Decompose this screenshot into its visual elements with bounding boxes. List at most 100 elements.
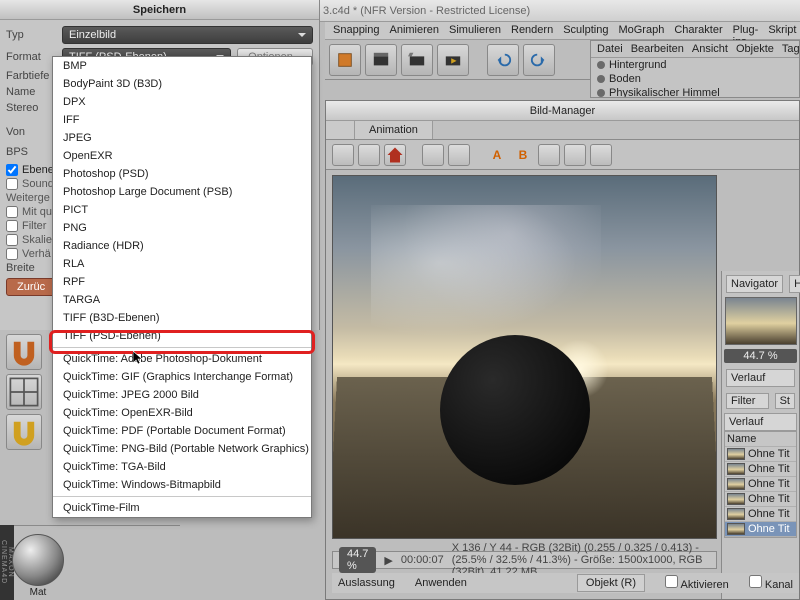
- format-option[interactable]: TIFF (B3D-Ebenen): [53, 309, 311, 327]
- format-option[interactable]: JPEG: [53, 129, 311, 147]
- format-option[interactable]: QuickTime: PNG-Bild (Portable Network Gr…: [53, 440, 311, 458]
- clapper-play-icon[interactable]: [437, 44, 469, 76]
- om-bearb[interactable]: Bearbeiten: [631, 43, 684, 55]
- verhae-label: Verhä: [22, 248, 51, 260]
- material-preview[interactable]: [12, 534, 64, 586]
- material-panel: MAXON CINEMA4D Mat: [0, 525, 180, 600]
- ebenen-checkbox[interactable]: [6, 164, 18, 176]
- navigator-tab[interactable]: Navigator: [726, 275, 783, 293]
- grid-icon[interactable]: [6, 374, 42, 410]
- list-item[interactable]: Ohne Tit: [725, 492, 796, 507]
- clapper2-icon[interactable]: [401, 44, 433, 76]
- navigator-zoom[interactable]: 44.7 %: [724, 349, 797, 363]
- bm-icon[interactable]: [358, 144, 380, 166]
- navigator-thumb[interactable]: [725, 297, 797, 345]
- menu-plugins[interactable]: Plug-ins: [733, 24, 759, 37]
- mitqu-label: Mit qu: [22, 206, 52, 218]
- house-icon[interactable]: [384, 144, 406, 166]
- format-option[interactable]: PICT: [53, 201, 311, 219]
- objects-panel: Datei Bearbeiten Ansicht Objekte Tag Hin…: [590, 40, 800, 98]
- filter-tab[interactable]: Filter: [726, 393, 769, 409]
- bm-icon[interactable]: [448, 144, 470, 166]
- typ-select[interactable]: Einzelbild: [62, 26, 313, 44]
- object-row[interactable]: Physikalischer Himmel: [591, 86, 799, 98]
- format-option[interactable]: QuickTime: JPEG 2000 Bild: [53, 386, 311, 404]
- object-row[interactable]: Hintergrund: [591, 58, 799, 72]
- label-name: Name: [6, 86, 56, 98]
- menu-mograph[interactable]: MoGraph: [618, 24, 664, 37]
- menu-charakter[interactable]: Charakter: [674, 24, 722, 37]
- format-option[interactable]: Photoshop (PSD): [53, 165, 311, 183]
- menu-simulieren[interactable]: Simulieren: [449, 24, 501, 37]
- om-objekte[interactable]: Objekte: [736, 43, 774, 55]
- format-option[interactable]: DPX: [53, 93, 311, 111]
- menu-rendern[interactable]: Rendern: [511, 24, 553, 37]
- format-option[interactable]: QuickTime: OpenEXR-Bild: [53, 404, 311, 422]
- aktivieren-checkbox[interactable]: [665, 575, 678, 588]
- format-option[interactable]: TARGA: [53, 291, 311, 309]
- list-item[interactable]: Ohne Tit: [725, 447, 796, 462]
- bm-icon[interactable]: [564, 144, 586, 166]
- bm-icon[interactable]: [422, 144, 444, 166]
- format-option[interactable]: QuickTime-Film: [53, 499, 311, 517]
- menu-animieren[interactable]: Animieren: [390, 24, 440, 37]
- ab-b-button[interactable]: B: [512, 144, 534, 166]
- format-option[interactable]: QuickTime: Windows-Bitmapbild: [53, 476, 311, 494]
- magnet-icon[interactable]: [6, 334, 42, 370]
- zoom-readout[interactable]: 44.7 %: [339, 547, 376, 573]
- render-viewport[interactable]: [332, 175, 717, 539]
- filter-checkbox[interactable]: [6, 220, 18, 232]
- verhae-checkbox[interactable]: [6, 248, 18, 260]
- sound-checkbox[interactable]: [6, 178, 18, 190]
- format-option[interactable]: TIFF (PSD-Ebenen): [53, 327, 311, 345]
- menu-snapping[interactable]: Snapping: [333, 24, 380, 37]
- format-option[interactable]: IFF: [53, 111, 311, 129]
- verlauf-tab[interactable]: Verlauf: [726, 369, 795, 387]
- bm-icon[interactable]: [332, 144, 354, 166]
- bild-manager-window: Bild-Manager Animation A B Navigator His…: [325, 100, 800, 600]
- om-datei[interactable]: Datei: [597, 43, 623, 55]
- om-tag[interactable]: Tag: [782, 43, 800, 55]
- list-item[interactable]: Ohne Tit: [725, 477, 796, 492]
- undo-icon[interactable]: [487, 44, 519, 76]
- history-tab[interactable]: His: [789, 275, 800, 293]
- om-ansicht[interactable]: Ansicht: [692, 43, 728, 55]
- format-option[interactable]: OpenEXR: [53, 147, 311, 165]
- format-option[interactable]: RLA: [53, 255, 311, 273]
- dropdown-separator: [53, 496, 311, 497]
- list-item[interactable]: Ohne Tit: [725, 522, 796, 537]
- cube-icon[interactable]: [329, 44, 361, 76]
- magnet2-icon[interactable]: [6, 414, 42, 450]
- ab-a-button[interactable]: A: [486, 144, 508, 166]
- bm-icon[interactable]: [590, 144, 612, 166]
- format-option[interactable]: QuickTime: Adobe Photoshop-Dokument: [53, 350, 311, 368]
- bm-icon[interactable]: [538, 144, 560, 166]
- tab-blank[interactable]: [326, 121, 355, 139]
- st-tab[interactable]: St: [775, 393, 795, 409]
- list-item[interactable]: Ohne Tit: [725, 462, 796, 477]
- clapper-icon[interactable]: [365, 44, 397, 76]
- tab-animation[interactable]: Animation: [355, 121, 433, 139]
- objekt-tab[interactable]: Objekt (R): [577, 574, 645, 592]
- format-option[interactable]: QuickTime: TGA-Bild: [53, 458, 311, 476]
- kanal-checkbox[interactable]: [749, 575, 762, 588]
- format-option[interactable]: QuickTime: PDF (Portable Document Format…: [53, 422, 311, 440]
- redo-icon[interactable]: [523, 44, 555, 76]
- object-row[interactable]: Boden: [591, 72, 799, 86]
- menu-skript[interactable]: Skript: [768, 24, 796, 37]
- format-option[interactable]: Radiance (HDR): [53, 237, 311, 255]
- format-option[interactable]: Photoshop Large Document (PSB): [53, 183, 311, 201]
- list-item[interactable]: Ohne Tit: [725, 507, 796, 522]
- format-option[interactable]: QuickTime: GIF (Graphics Interchange For…: [53, 368, 311, 386]
- main-menubar: Snapping Animieren Simulieren Rendern Sc…: [325, 22, 800, 40]
- skalie-checkbox[interactable]: [6, 234, 18, 246]
- format-dropdown[interactable]: BMPBodyPaint 3D (B3D)DPXIFFJPEGOpenEXRPh…: [52, 56, 312, 518]
- mitqu-checkbox[interactable]: [6, 206, 18, 218]
- menu-sculpting[interactable]: Sculpting: [563, 24, 608, 37]
- format-option[interactable]: BodyPaint 3D (B3D): [53, 75, 311, 93]
- format-option[interactable]: RPF: [53, 273, 311, 291]
- format-option[interactable]: BMP: [53, 57, 311, 75]
- format-option[interactable]: PNG: [53, 219, 311, 237]
- zurueck-button[interactable]: Zurüc: [6, 278, 56, 296]
- sound-label: Sound: [22, 178, 54, 190]
